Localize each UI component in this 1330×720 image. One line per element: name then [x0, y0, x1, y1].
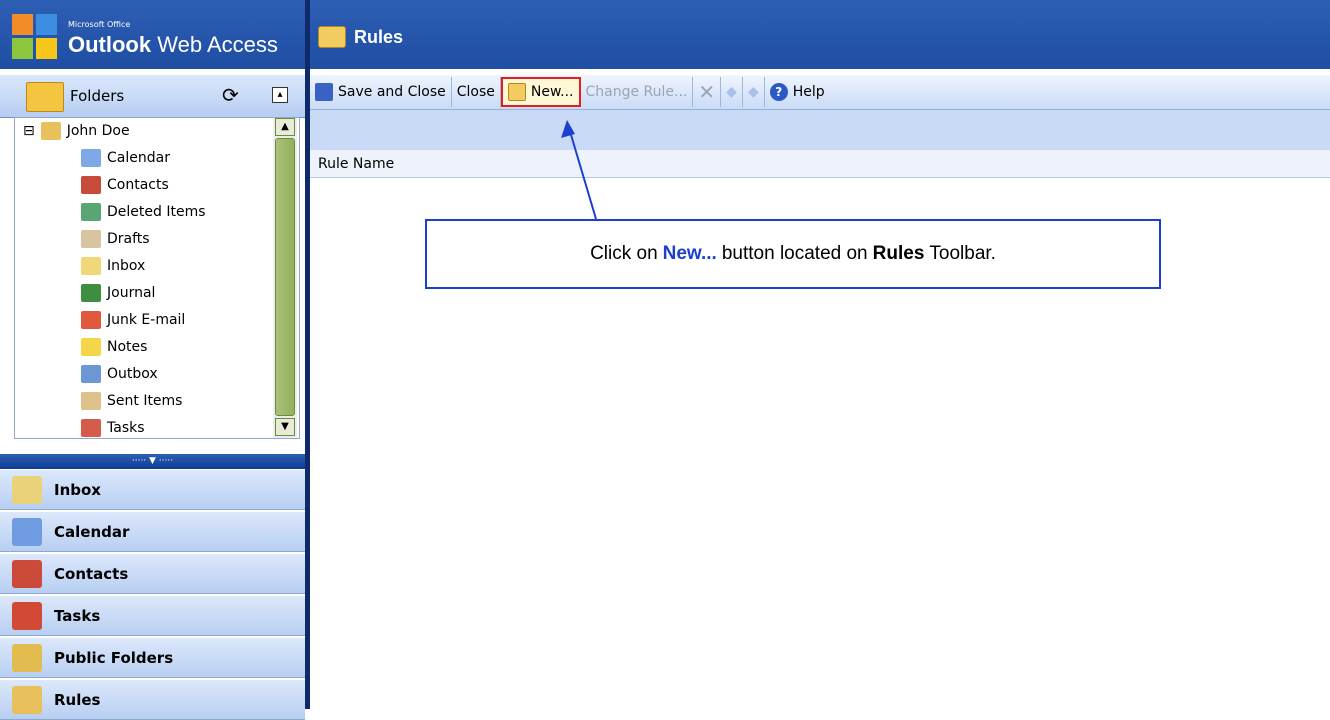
help-icon: ? [769, 83, 788, 101]
arrow-up-icon: ◆ [726, 84, 737, 100]
nav-button-contacts[interactable]: Contacts [0, 553, 305, 594]
rules-icon [12, 685, 42, 714]
drafts-icon [81, 230, 101, 248]
tree-item-label: John Doe [66, 123, 130, 139]
public-folders-icon [12, 643, 42, 672]
delete-icon: ✕ [698, 80, 716, 104]
brand-header: Microsoft Office Outlook Web Access [0, 0, 305, 69]
tree-item-tasks[interactable]: Tasks [81, 415, 145, 441]
tree-item-john-doe[interactable]: ⊟ John Doe [23, 118, 130, 144]
tree-item-calendar[interactable]: Calendar [81, 145, 170, 171]
nav-button-rules[interactable]: Rules [0, 679, 305, 720]
tree-item-journal[interactable]: Journal [81, 280, 155, 306]
folder-tree: ⊟ John Doe Calendar Contacts Deleted Items Dr… [14, 117, 300, 439]
nav-button-tasks[interactable]: Tasks [0, 595, 305, 636]
tree-item-label: Drafts [107, 231, 150, 247]
column-header-rule-name[interactable]: Rule Name [310, 150, 1330, 178]
junk-email-icon [81, 311, 101, 329]
page-title: Rules [318, 26, 403, 48]
brand-small-text: Microsoft Office [68, 20, 131, 29]
tree-item-label: Journal [107, 285, 156, 301]
nav-button-inbox[interactable]: Inbox [0, 469, 305, 510]
tree-item-label: Junk E-mail [107, 312, 186, 328]
tree-item-junk-e-mail[interactable]: Junk E-mail [81, 307, 185, 333]
notes-icon [81, 338, 101, 356]
tree-item-label: Notes [107, 339, 148, 355]
new-rule-button[interactable]: New... [500, 77, 581, 107]
rules-toolbar: Save and Close Close New... Change Rule.… [310, 75, 1330, 110]
save-and-close-button[interactable]: Save and Close [310, 77, 452, 107]
nav-button-label: Tasks [54, 606, 101, 625]
tree-item-label: Inbox [107, 258, 146, 274]
tree-item-sent-items[interactable]: Sent Items [81, 388, 182, 414]
mailbox-icon [40, 122, 61, 140]
app-title: Outlook Web Access [68, 32, 278, 57]
close-button[interactable]: Close [452, 77, 501, 107]
nav-splitter[interactable]: ····· ▼ ····· [0, 454, 305, 469]
nav-button-calendar[interactable]: Calendar [0, 511, 305, 552]
nav-button-label: Inbox [54, 480, 101, 499]
folders-header: Folders ⟳ ▴ [0, 75, 305, 118]
refresh-icon[interactable]: ⟳ [222, 83, 239, 107]
inbox-icon [81, 257, 101, 275]
tree-item-label: Outbox [107, 366, 158, 382]
instruction-callout: Click on New... button located on Rules … [425, 219, 1161, 289]
folder-icon [26, 82, 64, 112]
contacts-icon [12, 559, 42, 588]
collapse-toggle-icon[interactable]: ⊟ [23, 123, 35, 139]
top-header: Microsoft Office Outlook Web Access Rule… [0, 0, 1330, 709]
tree-item-notes[interactable]: Notes [81, 334, 147, 360]
tasks-icon [12, 601, 42, 630]
tree-item-label: Calendar [107, 150, 170, 166]
contacts-icon [81, 176, 101, 194]
new-rule-icon [507, 83, 526, 101]
outbox-icon [81, 365, 101, 383]
scroll-thumb[interactable] [275, 138, 295, 416]
scroll-up-icon[interactable]: ▲ [275, 118, 295, 136]
tasks-icon [81, 419, 101, 437]
sent-items-icon [81, 392, 101, 410]
tree-item-label: Tasks [107, 420, 145, 436]
tree-scrollbar[interactable]: ▲ ▼ [273, 118, 297, 438]
arrow-down-icon: ◆ [747, 84, 759, 100]
scroll-down-icon[interactable]: ▼ [275, 418, 295, 436]
change-rule-button[interactable]: Change Rule... [581, 77, 694, 107]
office-logo-icon [12, 14, 60, 62]
collapse-icon[interactable]: ▴ [272, 87, 288, 103]
folders-title: Folders [70, 87, 125, 105]
tree-item-outbox[interactable]: Outbox [81, 361, 158, 387]
tree-item-contacts[interactable]: Contacts [81, 172, 169, 198]
nav-button-public-folders[interactable]: Public Folders [0, 637, 305, 678]
move-down-button[interactable]: ◆ [743, 77, 765, 107]
page-header [310, 0, 1330, 69]
rules-icon [318, 26, 346, 48]
tree-item-label: Sent Items [107, 393, 183, 409]
calendar-icon [81, 149, 101, 167]
nav-button-label: Rules [54, 690, 101, 709]
tree-item-deleted-items[interactable]: Deleted Items [81, 199, 206, 225]
tree-item-label: Deleted Items [107, 204, 206, 220]
nav-button-label: Contacts [54, 564, 129, 583]
tree-item-inbox[interactable]: Inbox [81, 253, 145, 279]
deleted-items-icon [81, 203, 101, 221]
help-button[interactable]: ? Help [765, 77, 830, 107]
save-icon [315, 83, 333, 101]
nav-button-label: Public Folders [54, 648, 174, 667]
tree-item-label: Contacts [107, 177, 169, 193]
journal-icon [81, 284, 101, 302]
toolbar-subbar [310, 110, 1330, 150]
move-up-button[interactable]: ◆ [721, 77, 743, 107]
tree-item-drafts[interactable]: Drafts [81, 226, 150, 252]
calendar-icon [12, 517, 42, 546]
inbox-icon [12, 475, 42, 504]
delete-button[interactable]: ✕ [693, 77, 722, 107]
nav-button-label: Calendar [54, 522, 130, 541]
